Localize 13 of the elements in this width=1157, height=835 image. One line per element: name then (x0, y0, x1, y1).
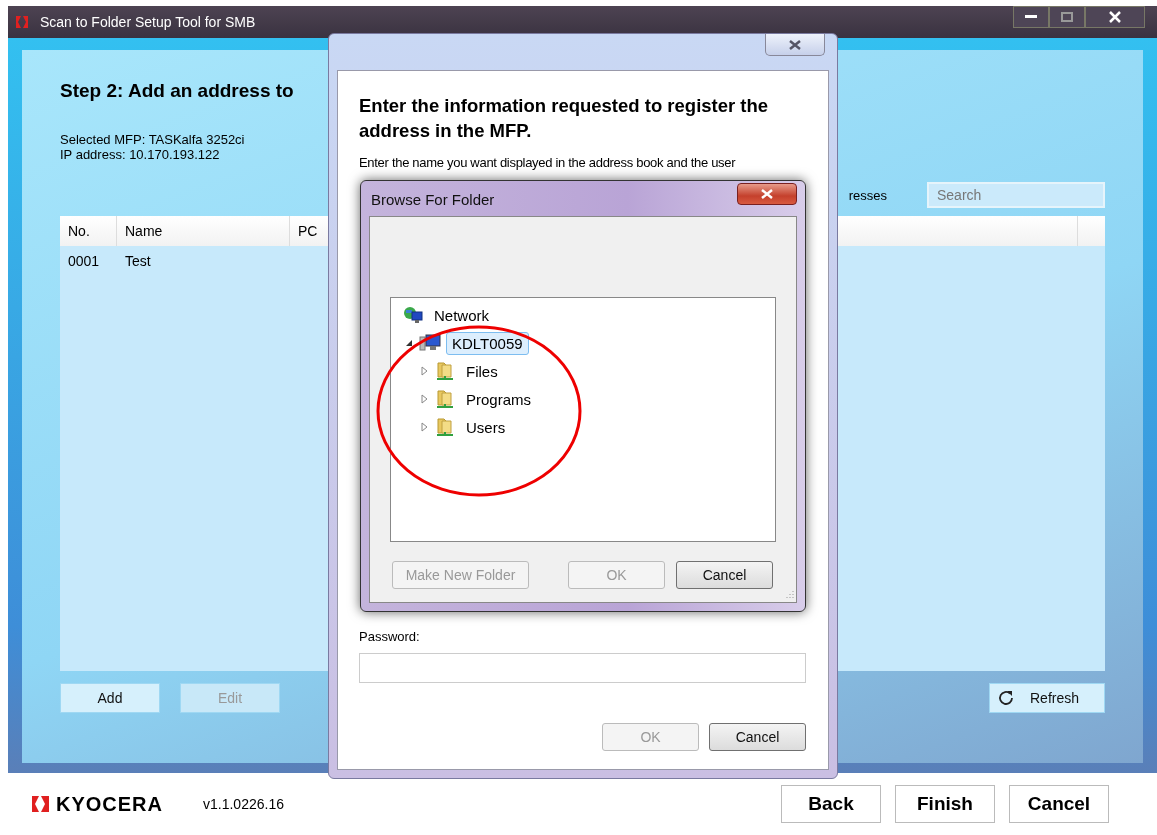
ip-label: IP address: 10.170.193.122 (60, 147, 221, 162)
list-label: resses (848, 187, 887, 203)
table-cell-text: Test (124, 253, 152, 269)
dialog-heading: Enter the information requested to register the address in the MFP. (359, 94, 770, 143)
version-label: v1.1.0226.16 (203, 796, 284, 812)
instructions-text: Enter the name you want displayed in the address book and the user (359, 155, 737, 170)
step-heading: Step 2: Add an address to (60, 80, 295, 102)
dialog-title: Browse For Folder (371, 191, 495, 208)
brand-logo: KYOCERA (56, 792, 163, 816)
mfp-label: Selected MFP: TASKalfa 3252ci (60, 132, 246, 147)
password-label: Password: (359, 629, 421, 644)
table-cell-text: 0001 (67, 253, 101, 269)
window-title: Scan to Folder Setup Tool for SMB (40, 14, 256, 30)
